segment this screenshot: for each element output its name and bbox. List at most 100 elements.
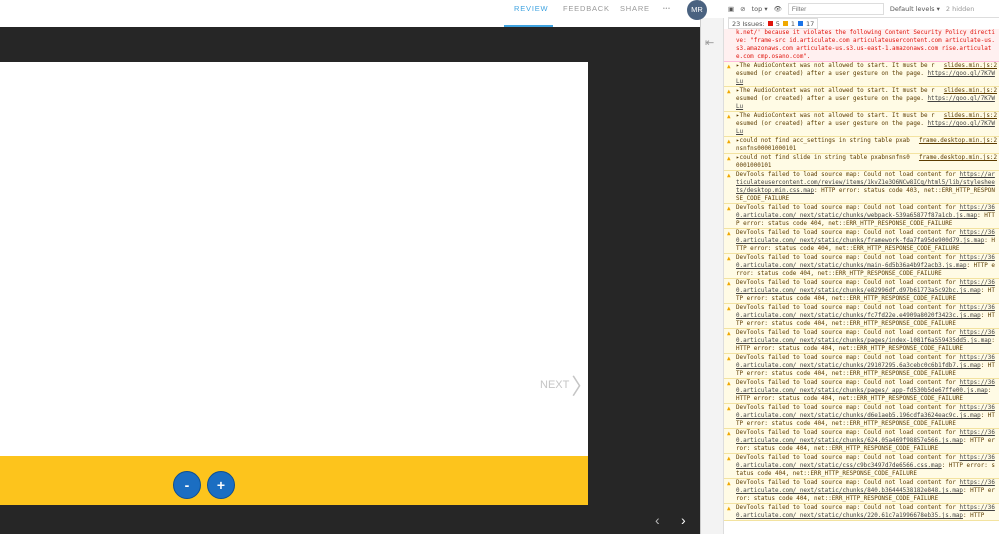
- console-toolbar: ▣ ⊘ top ▾ 👁 Default levels ▾ 2 hidden: [728, 1, 999, 18]
- message-text: DevTools failed to load source map: Coul…: [736, 430, 956, 436]
- eye-icon[interactable]: 👁: [774, 5, 782, 13]
- prev-arrow-icon[interactable]: ‹: [655, 512, 660, 528]
- warning-icon: ▲: [727, 88, 731, 95]
- message-text: DevTools failed to load source map: Coul…: [736, 455, 956, 461]
- console-message: ▲ slides.min.js:2 ▸The AudioContext was no…: [724, 62, 999, 87]
- message-text: DevTools failed to load source map: Coul…: [736, 280, 956, 286]
- console-message: ▲ DevTools failed to load source map: Cou…: [724, 429, 999, 454]
- next-arrow-icon[interactable]: ›: [681, 512, 686, 528]
- warning-icon: ▲: [727, 430, 731, 437]
- console-message: ▲ frame.desktop.min.js:2 ▸could not find s…: [724, 154, 999, 171]
- message-text: DevTools failed to load source map: Coul…: [736, 330, 956, 336]
- warning-icon: ▲: [727, 230, 731, 237]
- console-message: k.net/' because it violates the followin…: [724, 29, 999, 62]
- console-message: ▲ DevTools failed to load source map: Cou…: [724, 304, 999, 329]
- warning-icon: ▲: [727, 380, 731, 387]
- context-label: top: [751, 5, 763, 13]
- filter-input[interactable]: [787, 3, 884, 15]
- message-tail: : HTTP: [962, 513, 985, 519]
- warning-count: 1: [790, 19, 796, 28]
- zoom-in-button[interactable]: +: [207, 471, 235, 499]
- warning-icon: ▲: [727, 113, 731, 120]
- warning-icon: ▲: [727, 330, 731, 337]
- warning-icon: ▲: [727, 172, 731, 179]
- tab-review[interactable]: REVIEW: [514, 4, 548, 13]
- console-message: ▲ slides.min.js:2 ▸The AudioContext was no…: [724, 87, 999, 112]
- warning-icon: ▲: [727, 480, 731, 487]
- console-message: ▲ DevTools failed to load source map: Cou…: [724, 279, 999, 304]
- console-message: ▲ slides.min.js:2 ▸The AudioContext was no…: [724, 112, 999, 137]
- tab-feedback[interactable]: FEEDBACK: [563, 4, 610, 13]
- console-message: ▲ frame.desktop.min.js:2 ▸could not find a…: [724, 137, 999, 154]
- console-message: ▲ DevTools failed to load source map: Cou…: [724, 354, 999, 379]
- zoom-bar: - +: [0, 456, 588, 505]
- message-text: DevTools failed to load source map: Coul…: [736, 305, 956, 311]
- warning-icon: ▲: [727, 280, 731, 287]
- console-message: ▲ DevTools failed to load source map: Cou…: [724, 404, 999, 429]
- console-message: ▲ DevTools failed to load source map: Cou…: [724, 204, 999, 229]
- warning-icon: ▲: [727, 138, 731, 145]
- console-message: ▲ DevTools failed to load source map: Cou…: [724, 229, 999, 254]
- collapse-arrow-icon[interactable]: ⇤: [705, 36, 714, 49]
- warning-icon: ▲: [727, 205, 731, 212]
- warning-icon: ▲: [727, 355, 731, 362]
- source-link[interactable]: slides.min.js:2: [944, 62, 997, 70]
- chevron-right-icon: 〉: [571, 374, 594, 399]
- devtools-console: ⇤ ▣ ⊘ top ▾ 👁 Default levels ▾ 2 hidden …: [700, 0, 999, 534]
- warning-icon: ▲: [727, 455, 731, 462]
- console-message: ▲ DevTools failed to load source map: Cou…: [724, 254, 999, 279]
- message-text: DevTools failed to load source map: Coul…: [736, 405, 956, 411]
- message-text: ▸The AudioContext was not allowed to sta…: [736, 113, 935, 127]
- message-text: DevTools failed to load source map: Coul…: [736, 380, 956, 386]
- console-message: ▲ DevTools failed to load source map: Cou…: [724, 504, 999, 521]
- warning-icon: [782, 21, 788, 26]
- next-slide-button[interactable]: NEXT 〉: [540, 369, 593, 401]
- message-text: ▸The AudioContext was not allowed to sta…: [736, 88, 935, 102]
- source-link[interactable]: frame.desktop.min.js:2: [919, 154, 997, 162]
- message-text: ▸could not find slide in string table px…: [736, 155, 910, 169]
- source-link[interactable]: slides.min.js:2: [944, 112, 997, 120]
- console-message: ▲ DevTools failed to load source map: Cou…: [724, 379, 999, 404]
- message-text: DevTools failed to load source map: Coul…: [736, 172, 956, 178]
- info-icon: [798, 21, 804, 26]
- warning-icon: ▲: [727, 405, 731, 412]
- source-link[interactable]: slides.min.js:2: [944, 87, 997, 95]
- message-text: k.net/' because it violates the followin…: [736, 30, 995, 60]
- sidebar-toggle-icon[interactable]: ▣: [728, 5, 734, 13]
- message-text: ▸could not find acc_settings in string t…: [736, 138, 910, 152]
- console-message: ▲ DevTools failed to load source map: Cou…: [724, 454, 999, 479]
- message-text: DevTools failed to load source map: Coul…: [736, 230, 956, 236]
- top-nav: REVIEW FEEDBACK SHARE •••: [0, 0, 700, 27]
- clear-console-icon[interactable]: ⊘: [740, 5, 745, 13]
- log-levels-select[interactable]: Default levels ▾: [890, 5, 940, 13]
- warning-icon: ▲: [727, 505, 731, 512]
- warning-icon: ▲: [727, 155, 731, 162]
- message-text: DevTools failed to load source map: Coul…: [736, 355, 956, 361]
- error-count: 5: [775, 19, 780, 28]
- message-text: DevTools failed to load source map: Coul…: [736, 205, 956, 211]
- next-label: NEXT: [540, 379, 570, 391]
- source-link[interactable]: frame.desktop.min.js:2: [919, 137, 997, 145]
- message-text: DevTools failed to load source map: Coul…: [736, 505, 956, 511]
- warning-icon: ▲: [727, 305, 731, 312]
- console-message: ▲ DevTools failed to load source map: Cou…: [724, 329, 999, 354]
- console-message: ▲ DevTools failed to load source map: Cou…: [724, 479, 999, 504]
- issues-button[interactable]: 23 Issues: 5 1 17: [728, 18, 819, 29]
- error-icon: [767, 21, 773, 26]
- avatar[interactable]: MR: [687, 0, 707, 20]
- info-count: 17: [806, 19, 815, 28]
- issues-label: 23 Issues:: [732, 19, 765, 28]
- message-text: ▸The AudioContext was not allowed to sta…: [736, 63, 935, 77]
- context-select[interactable]: top ▾: [752, 5, 768, 13]
- console-messages[interactable]: k.net/' because it violates the followin…: [724, 29, 999, 534]
- zoom-out-button[interactable]: -: [173, 471, 201, 499]
- review-app: REVIEW FEEDBACK SHARE ••• NEXT 〉 - + ‹ ›: [0, 0, 700, 534]
- warning-icon: ▲: [727, 63, 731, 70]
- tab-share[interactable]: SHARE: [620, 4, 650, 13]
- devtools-sidebar: ⇤: [701, 18, 724, 534]
- message-text: DevTools failed to load source map: Coul…: [736, 480, 956, 486]
- hidden-count: 2 hidden: [945, 5, 975, 13]
- more-menu-button[interactable]: •••: [663, 6, 671, 12]
- warning-icon: ▲: [727, 255, 731, 262]
- slide-canvas: NEXT 〉: [0, 62, 593, 480]
